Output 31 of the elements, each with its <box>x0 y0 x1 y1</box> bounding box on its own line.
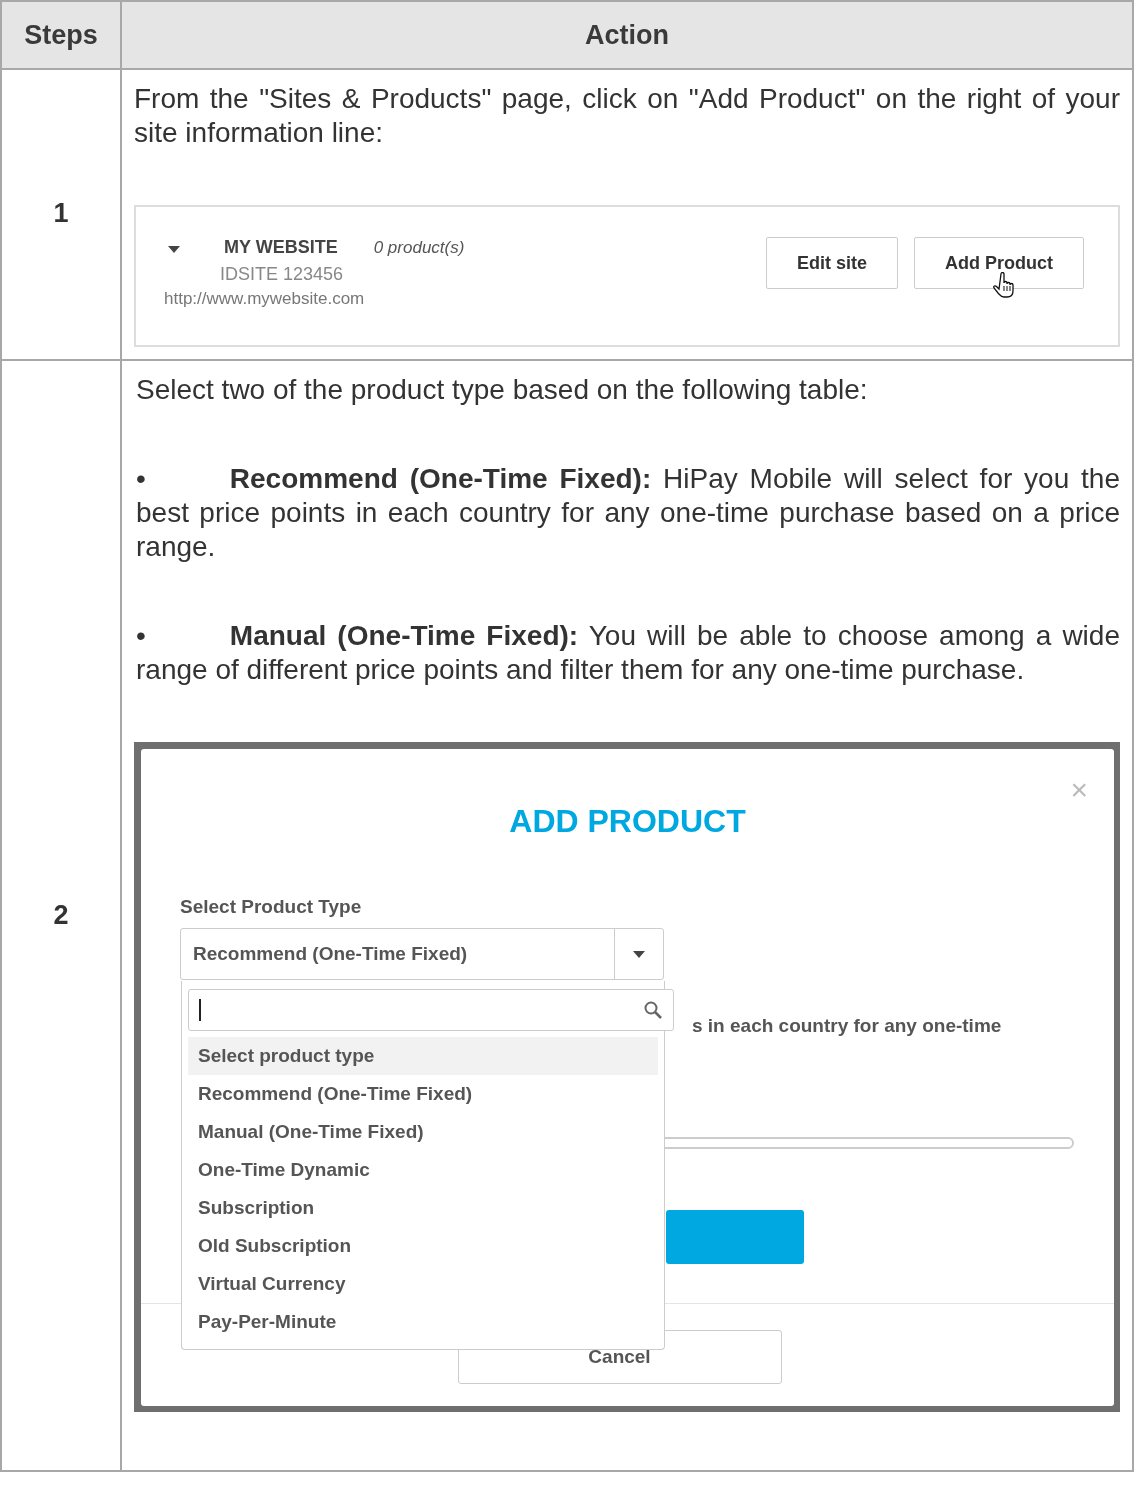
paragraph: Select two of the product type based on the following table: <box>136 373 869 407</box>
dropdown-option[interactable]: Old Subscription <box>188 1227 658 1265</box>
dropdown-option[interactable]: Recommend (One-Time Fixed) <box>188 1075 658 1113</box>
hand-cursor-icon <box>993 272 1017 298</box>
submit-button[interactable] <box>666 1210 804 1264</box>
dropdown-option[interactable]: One-Time Dynamic <box>188 1151 658 1189</box>
dropdown-option[interactable]: Manual (One-Time Fixed) <box>188 1113 658 1151</box>
text-cursor <box>199 999 201 1021</box>
paragraph: • Manual (One-Time Fixed): You will be able to choose among a wide range of different price points and filter them for any one-time purchase. <box>136 619 1120 687</box>
dropdown-option[interactable]: Virtual Currency <box>188 1265 658 1303</box>
step-number: 2 <box>53 900 69 930</box>
site-url: http://www.mywebsite.com <box>164 289 366 309</box>
caret-icon <box>168 246 180 253</box>
dialog-title: ADD PRODUCT <box>509 803 746 840</box>
description-text: s in each country for any one-time <box>692 1015 1003 1037</box>
column-header: Steps <box>1 1 121 69</box>
paragraph: From the "Sites & Products" page, click on "Add Product" on the right of your site information line: <box>134 82 1120 150</box>
column-header: Action <box>121 1 1133 69</box>
product-type-select[interactable]: Recommend (One-Time Fixed) <box>180 928 664 980</box>
product-count: 0 product(s) <box>373 237 465 258</box>
site-id: IDSITE 123456 <box>220 264 345 285</box>
dropdown-option[interactable]: Select product type <box>188 1037 658 1075</box>
search-field[interactable] <box>188 989 674 1031</box>
search-icon <box>643 1000 663 1020</box>
caret-icon <box>633 950 645 958</box>
edit-button[interactable]: Edit site <box>766 237 898 289</box>
paragraph: • Recommend (One-Time Fixed): HiPay Mobile will select for you the best price points in each country for any one-time purchase based on a price range. <box>136 462 1120 564</box>
step-number: 1 <box>53 198 69 228</box>
dropdown-option[interactable]: Subscription <box>188 1189 658 1227</box>
field-label: Select Product Type <box>180 896 363 918</box>
site-name: MY WEBSITE <box>224 237 338 258</box>
